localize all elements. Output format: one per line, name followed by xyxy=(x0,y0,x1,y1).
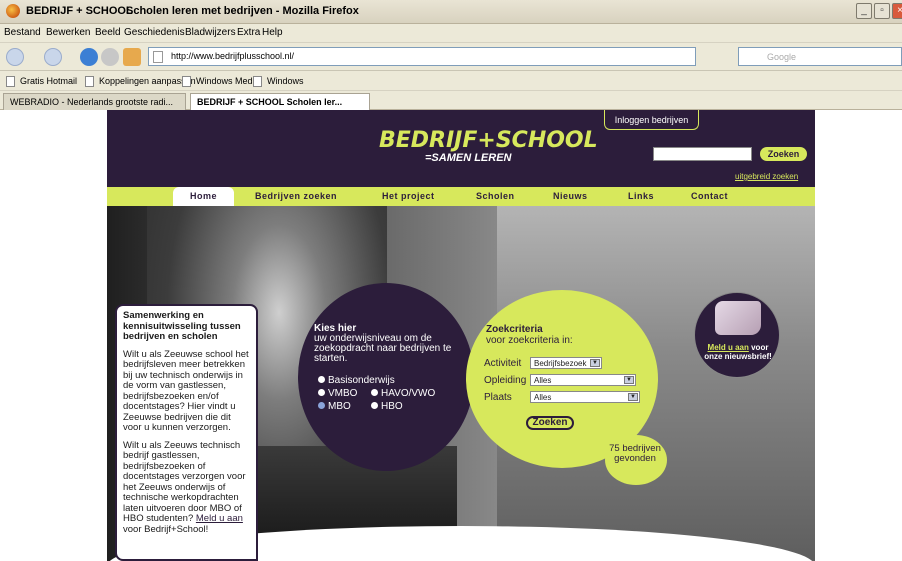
activiteit-select[interactable]: Bedrijfsbezoek ▼ xyxy=(530,357,602,369)
menu-help[interactable]: Help xyxy=(262,27,283,38)
radio-havo-vwo[interactable]: HAVO/VWO xyxy=(371,388,435,399)
radio-mbo[interactable]: MBO xyxy=(318,401,351,412)
tab-label: WEBRADIO - Nederlands grootste radi... xyxy=(10,97,174,107)
results-count: 75 bedrijven gevonden xyxy=(609,443,661,464)
bookmark-page-icon xyxy=(182,76,191,87)
opleiding-value: Alles xyxy=(534,376,552,385)
menu-bewerken[interactable]: Bewerken xyxy=(46,27,90,38)
address-url: http://www.bedrijfplusschool.nl/ xyxy=(171,51,295,61)
signup-link[interactable]: Meld u aan xyxy=(196,513,243,524)
menu-bestand[interactable]: Bestand xyxy=(4,27,41,38)
nav-nieuws[interactable]: Nieuws xyxy=(553,191,588,201)
newspaper-icon xyxy=(715,301,761,335)
intro-companies-start: Wilt u als Zeeuws technisch bedrijf gast… xyxy=(123,439,246,524)
radio-dot xyxy=(371,389,378,396)
chevron-down-icon: ▼ xyxy=(628,393,638,401)
intro-box: Samenwerking en kennisuitwisseling tusse… xyxy=(115,304,258,561)
radio-label: VMBO xyxy=(328,388,358,399)
radio-dot xyxy=(371,402,378,409)
bookmark-windows-media[interactable]: Windows Media xyxy=(196,76,260,86)
site-search-input[interactable] xyxy=(653,147,752,161)
radio-label: MBO xyxy=(328,401,351,412)
radio-basisonderwijs[interactable]: Basisonderwijs xyxy=(318,375,395,386)
tab-label: BEDRIJF + SCHOOL Scholen ler... xyxy=(197,97,343,107)
intro-companies-end: voor Bedrijf+School! xyxy=(123,523,209,535)
radio-dot xyxy=(318,376,325,383)
newsletter-circle[interactable]: Meld u aan voor onze nieuwsbrief! xyxy=(694,292,780,378)
intro-companies-text: Wilt u als Zeeuws technisch bedrijf gast… xyxy=(123,439,250,536)
nav-scholen[interactable]: Scholen xyxy=(476,191,515,201)
main-nav: Home Bedrijven zoeken Het project Schole… xyxy=(107,187,815,206)
address-bar[interactable]: http://www.bedrijfplusschool.nl/ xyxy=(148,47,696,66)
menu-extra[interactable]: Extra xyxy=(237,27,260,38)
maximize-button[interactable]: ▫ xyxy=(874,3,890,19)
newsletter-signup-link[interactable]: Meld u aan xyxy=(708,343,749,352)
bookmark-hotmail[interactable]: Gratis Hotmail xyxy=(20,76,77,86)
intro-heading: Samenwerking en kennisuitwisseling tusse… xyxy=(123,310,241,342)
criteria-description: voor zoekcriteria in: xyxy=(486,335,573,346)
level-description: uw onderwijsniveau om de zoekopdracht na… xyxy=(314,333,452,364)
nav-contact[interactable]: Contact xyxy=(691,191,728,201)
radio-label: HAVO/VWO xyxy=(381,388,436,399)
bookmark-page-icon xyxy=(6,76,15,87)
bookmark-windows[interactable]: Windows xyxy=(267,76,304,86)
bookmark-page-icon xyxy=(253,76,262,87)
activiteit-value: Bedrijfsbezoek xyxy=(534,359,587,368)
site-logo-tagline: =SAMEN LEREN xyxy=(425,152,512,164)
site-search-button[interactable]: Zoeken xyxy=(760,147,807,161)
nav-het-project[interactable]: Het project xyxy=(382,191,435,201)
bookmarks-toolbar: Gratis Hotmail Koppelingen aanpassen Win… xyxy=(0,71,902,91)
reload-icon[interactable] xyxy=(80,48,98,66)
menu-bar: Bestand Bewerken Beeld Geschiedenis Blad… xyxy=(0,24,902,43)
radio-hbo[interactable]: HBO xyxy=(371,401,403,412)
nav-bedrijven-zoeken[interactable]: Bedrijven zoeken xyxy=(255,191,337,201)
nav-home[interactable]: Home xyxy=(173,187,235,206)
minimize-button[interactable]: _ xyxy=(856,3,872,19)
tab-bar: WEBRADIO - Nederlands grootste radi... B… xyxy=(0,91,902,110)
window-title-site: BEDRIJF + SCHOOL xyxy=(26,5,133,17)
radio-dot xyxy=(318,389,325,396)
criteria-heading: Zoekcriteria xyxy=(486,324,543,335)
newsletter-text: Meld u aan voor onze nieuwsbrief! xyxy=(699,343,777,361)
search-input[interactable]: Google xyxy=(738,47,902,66)
criteria-circle: Zoekcriteria voor zoekcriteria in: Activ… xyxy=(466,290,658,468)
menu-beeld[interactable]: Beeld xyxy=(95,27,121,38)
chevron-down-icon: ▼ xyxy=(624,376,634,384)
chevron-down-icon: ▼ xyxy=(590,359,600,367)
plaats-label: Plaats xyxy=(484,392,512,403)
window-titlebar: BEDRIJF + SCHOOL Scholen leren met bedri… xyxy=(0,0,902,24)
search-placeholder: Google xyxy=(767,52,797,62)
intro-schools-text: Wilt u als Zeeuwse school het bedrijfsle… xyxy=(123,348,249,433)
close-button[interactable]: × xyxy=(892,3,902,19)
nav-links[interactable]: Links xyxy=(628,191,654,201)
menu-bladwijzers[interactable]: Bladwijzers xyxy=(185,27,236,38)
criteria-search-button[interactable]: Zoeken xyxy=(526,416,574,430)
radio-dot-selected xyxy=(318,402,325,409)
advanced-search-link[interactable]: uitgebreid zoeken xyxy=(735,172,798,181)
radio-label: HBO xyxy=(381,401,403,412)
opleiding-label: Opleiding xyxy=(484,375,527,386)
forward-icon[interactable] xyxy=(44,48,62,66)
stop-icon[interactable] xyxy=(101,48,119,66)
tab-bedrijf-school[interactable]: BEDRIJF + SCHOOL Scholen ler... xyxy=(190,93,370,110)
radio-vmbo[interactable]: VMBO xyxy=(318,388,357,399)
menu-geschiedenis[interactable]: Geschiedenis xyxy=(124,27,185,38)
level-select-circle: Kies hier uw onderwijsniveau om de zoeko… xyxy=(298,283,474,471)
radio-label: Basisonderwijs xyxy=(328,375,395,386)
bookmark-page-icon xyxy=(85,76,94,87)
home-icon[interactable] xyxy=(123,48,141,66)
login-link[interactable]: Inloggen bedrijven xyxy=(604,110,699,130)
activiteit-label: Activiteit xyxy=(484,358,522,369)
tab-webradio[interactable]: WEBRADIO - Nederlands grootste radi... xyxy=(3,93,186,110)
opleiding-select[interactable]: Alles ▼ xyxy=(530,374,636,386)
site-logo[interactable]: BEDRIJF+SCHOOL xyxy=(379,128,598,153)
page-icon xyxy=(153,51,163,63)
plaats-select[interactable]: Alles ▼ xyxy=(530,391,640,403)
firefox-icon xyxy=(6,4,20,18)
window-title: Scholen leren met bedrijven - Mozilla Fi… xyxy=(126,5,359,17)
plaats-value: Alles xyxy=(534,393,552,402)
back-icon[interactable] xyxy=(6,48,24,66)
